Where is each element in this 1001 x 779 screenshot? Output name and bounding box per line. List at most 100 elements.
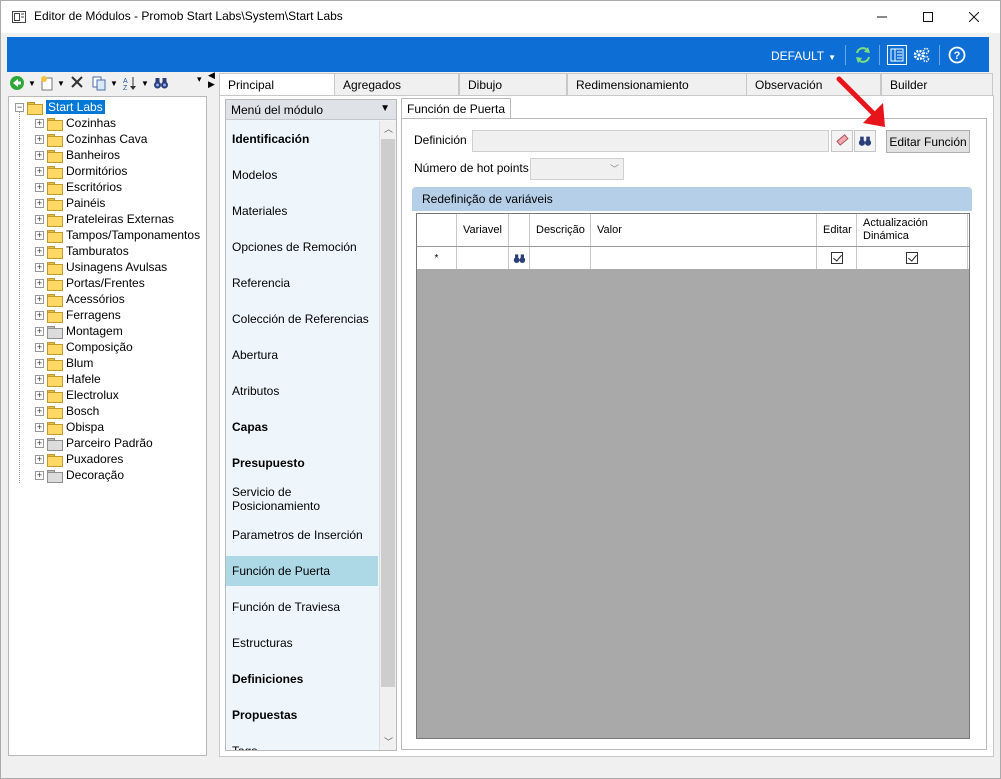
column-actualizacion[interactable]: Actualización Dinámica (857, 214, 968, 246)
scroll-down-icon[interactable]: ﹀ (380, 734, 396, 750)
expand-icon[interactable]: + (35, 118, 44, 128)
cell-actualizacion[interactable] (857, 247, 968, 269)
cell-valor[interactable] (591, 247, 817, 269)
copy-icon[interactable] (91, 75, 107, 91)
help-button[interactable]: ? (947, 45, 967, 65)
search-definition-button[interactable] (854, 130, 876, 152)
expand-icon[interactable]: + (35, 246, 44, 256)
tree-item[interactable]: + Prateleiras Externas (35, 211, 174, 227)
clear-definition-button[interactable] (831, 130, 853, 152)
expand-icon[interactable]: + (35, 422, 44, 432)
maximize-button[interactable] (905, 1, 951, 33)
menu-item[interactable]: Parametros de Inserción (226, 520, 378, 550)
tab-agregados[interactable]: Agregados (334, 73, 459, 95)
expand-icon[interactable]: + (35, 374, 44, 384)
cell-editar[interactable] (817, 247, 857, 269)
tree-item[interactable]: + Electrolux (35, 387, 119, 403)
copy-dropdown-icon[interactable]: ▼ (110, 79, 118, 88)
pin-icon[interactable]: ▼ (380, 103, 390, 114)
refresh-button[interactable] (853, 45, 873, 65)
definition-field[interactable] (472, 130, 829, 152)
tree-item[interactable]: + Puxadores (35, 451, 123, 467)
menu-item[interactable]: Propuestas (226, 700, 378, 730)
sort-icon[interactable]: A Z (122, 75, 138, 91)
menu-scrollbar[interactable]: ︿ ﹀ (379, 121, 396, 750)
tree-item[interactable]: + Usinagens Avulsas (35, 259, 167, 275)
variables-grid[interactable]: Variavel Descrição Valor Editar Actualiz… (416, 213, 970, 739)
tree-item[interactable]: + Ferragens (35, 307, 121, 323)
back-icon[interactable] (9, 75, 25, 91)
minimize-button[interactable] (859, 1, 905, 33)
hotpoints-combo[interactable]: ﹀ (530, 158, 624, 180)
new-item-icon[interactable] (39, 75, 55, 91)
column-editar[interactable]: Editar (817, 214, 857, 246)
menu-item[interactable]: Materiales (226, 196, 378, 226)
cell-variavel[interactable] (457, 247, 509, 269)
expand-icon[interactable]: + (35, 166, 44, 176)
close-button[interactable] (951, 1, 997, 33)
table-row[interactable]: * (417, 247, 969, 269)
menu-item[interactable]: Función de Traviesa (226, 592, 378, 622)
column-descricao[interactable]: Descrição (530, 214, 591, 246)
scroll-thumb[interactable] (381, 139, 395, 687)
back-dropdown-icon[interactable]: ▼ (28, 79, 36, 88)
menu-item[interactable]: Abertura (226, 340, 378, 370)
expand-icon[interactable]: + (35, 470, 44, 480)
tab-builder[interactable]: Builder (881, 73, 993, 95)
expand-icon[interactable]: + (35, 438, 44, 448)
edit-function-button[interactable]: Editar Función (886, 130, 970, 153)
binoculars-icon[interactable] (153, 75, 169, 91)
expand-icon[interactable]: + (35, 342, 44, 352)
menu-item[interactable]: Definiciones (226, 664, 378, 694)
menu-item[interactable]: Función de Puerta (226, 556, 378, 586)
menu-item[interactable]: Colección de Referencias (226, 304, 378, 334)
expand-icon[interactable]: + (35, 326, 44, 336)
collapse-panel-icon[interactable]: ◀ ▶ (208, 71, 215, 89)
column-valor[interactable]: Valor (591, 214, 817, 246)
expand-icon[interactable]: + (35, 390, 44, 400)
expand-icon[interactable]: + (35, 358, 44, 368)
tree-item[interactable]: + Portas/Frentes (35, 275, 145, 291)
tab-principal[interactable]: Principal (219, 73, 335, 96)
tab-redimensionamiento[interactable]: Redimensionamiento (567, 73, 747, 95)
expand-icon[interactable]: + (35, 278, 44, 288)
column-variavel[interactable]: Variavel (457, 214, 509, 246)
menu-item[interactable]: Servicio de Posicionamiento (226, 484, 378, 514)
cell-search[interactable] (509, 247, 530, 269)
sort-dropdown-icon[interactable]: ▼ (141, 79, 149, 88)
tree-item[interactable]: + Obispa (35, 419, 104, 435)
profile-dropdown[interactable]: DEFAULT ▼ (771, 49, 836, 63)
menu-item[interactable]: Referencia (226, 268, 378, 298)
expand-icon[interactable]: + (35, 198, 44, 208)
menu-item[interactable]: Atributos (226, 376, 378, 406)
tree-item[interactable]: + Blum (35, 355, 93, 371)
tab-funcion-de-puerta[interactable]: Función de Puerta (401, 98, 512, 119)
actualizacion-checkbox[interactable] (906, 252, 918, 264)
tree-root[interactable]: − Start Labs (15, 99, 105, 115)
tree-item[interactable]: + Tampos/Tamponamentos (35, 227, 200, 243)
tree-item[interactable]: + Cozinhas (35, 115, 116, 131)
overflow-chevron-icon[interactable]: ▾ (197, 75, 202, 84)
settings-button[interactable] (911, 45, 931, 65)
cell-descricao[interactable] (530, 247, 591, 269)
column-search[interactable] (509, 214, 530, 246)
tree-item[interactable]: + Hafele (35, 371, 101, 387)
menu-item[interactable]: Modelos (226, 160, 378, 190)
expand-icon[interactable]: + (35, 182, 44, 192)
menu-item[interactable]: Presupuesto (226, 448, 378, 478)
menu-item[interactable]: Identificación (226, 124, 378, 154)
expand-icon[interactable]: + (35, 134, 44, 144)
expand-icon[interactable]: + (35, 406, 44, 416)
menu-item[interactable]: Estructuras (226, 628, 378, 658)
expand-icon[interactable]: + (35, 150, 44, 160)
tree-item[interactable]: + Escritórios (35, 179, 122, 195)
tree-item[interactable]: + Cozinhas Cava (35, 131, 147, 147)
tree-item[interactable]: + Dormitórios (35, 163, 127, 179)
expand-icon[interactable]: + (35, 214, 44, 224)
layout-button[interactable] (887, 45, 907, 65)
expand-icon[interactable]: + (35, 230, 44, 240)
scroll-up-icon[interactable]: ︿ (380, 121, 396, 138)
menu-item[interactable]: Tags (226, 736, 378, 750)
expand-icon[interactable]: + (35, 262, 44, 272)
menu-item[interactable]: Opciones de Remoción (226, 232, 378, 262)
